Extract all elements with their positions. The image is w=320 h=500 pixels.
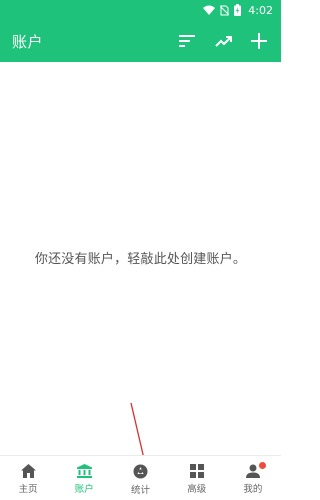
nav-item-profile[interactable]: 我的 <box>225 456 281 500</box>
nav-label: 高级 <box>187 484 207 495</box>
nav-item-advanced[interactable]: 高级 <box>169 456 225 500</box>
nav-label: 账户 <box>74 484 94 495</box>
bottom-nav: 主页 账户 统计 高级 我的 <box>0 455 281 500</box>
nav-label: 我的 <box>243 484 263 495</box>
notification-badge <box>258 462 266 469</box>
nav-item-statistics[interactable]: 统计 <box>112 456 168 500</box>
person-icon <box>245 464 260 478</box>
grid-icon <box>189 464 204 478</box>
home-icon <box>20 464 36 478</box>
nav-item-home[interactable]: 主页 <box>0 456 56 500</box>
nav-item-accounts[interactable]: 账户 <box>56 456 112 500</box>
nav-label: 统计 <box>131 485 151 496</box>
nav-label: 主页 <box>18 484 38 495</box>
annotation-arrow <box>130 402 148 466</box>
bank-icon <box>76 464 92 478</box>
pie-chart-icon <box>133 464 148 479</box>
